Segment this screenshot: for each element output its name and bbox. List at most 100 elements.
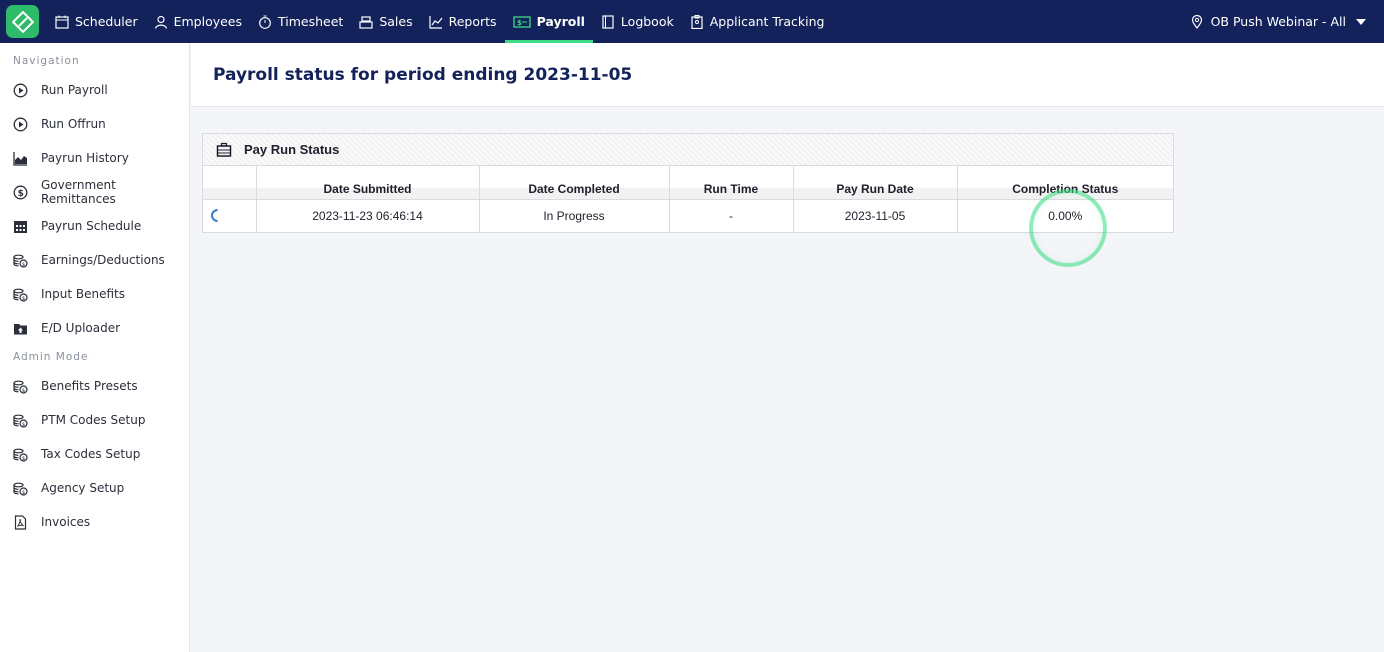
pdf-icon [13, 514, 28, 530]
svg-text:$: $ [22, 421, 26, 427]
main-nav: Scheduler Employees Timesheet Sales Repo… [47, 0, 832, 43]
svg-text:$: $ [22, 387, 26, 393]
map-pin-icon [1190, 14, 1204, 29]
sidebar-item-input-benefits[interactable]: $ Input Benefits [0, 277, 189, 311]
page-header: Payroll status for period ending 2023-11… [191, 43, 1384, 107]
dollar-circle-icon: $ [13, 185, 28, 200]
register-icon [359, 15, 373, 29]
svg-text:$: $ [22, 489, 26, 495]
sidebar-item-label: Run Payroll [41, 83, 108, 97]
main-content: Payroll status for period ending 2023-11… [191, 43, 1384, 652]
cell-date-completed: In Progress [479, 198, 670, 232]
spinner-icon [208, 206, 227, 225]
sidebar-item-agency-setup[interactable]: $ Agency Setup [0, 471, 189, 505]
nav-label: Scheduler [75, 14, 138, 29]
nav-label: Reports [448, 14, 497, 29]
pay-run-status-panel: Pay Run Status Date Submitted Date Compl… [202, 133, 1174, 233]
sidebar-item-government-remittances[interactable]: $ Government Remittances [0, 175, 189, 209]
sidebar-item-run-offrun[interactable]: Run Offrun [0, 107, 189, 141]
play-circle-icon [13, 83, 28, 98]
cell-date-submitted: 2023-11-23 06:46:14 [256, 198, 480, 232]
coins-icon: $ [13, 253, 28, 268]
col-header-status-icon [203, 166, 257, 199]
nav-label: Logbook [620, 14, 674, 29]
location-selector[interactable]: OB Push Webinar - All [1190, 0, 1366, 43]
nav-label: Employees [173, 14, 243, 29]
table-row[interactable]: 2023-11-23 06:46:14 In Progress - 2023-1… [203, 198, 1173, 232]
section-label-navigation: Navigation [13, 55, 80, 67]
nav-timesheet[interactable]: Timesheet [250, 0, 351, 43]
sidebar-item-e-d-uploader[interactable]: E/D Uploader [0, 311, 189, 345]
briefcase-icon [216, 142, 232, 158]
sidebar-item-label: Tax Codes Setup [41, 447, 141, 461]
cell-completion-status: 0.00% [957, 198, 1173, 232]
sidebar-item-benefits-presets[interactable]: $ Benefits Presets [0, 369, 189, 403]
coins-icon: $ [13, 447, 28, 462]
logo-icon [11, 10, 34, 33]
svg-text:$: $ [517, 19, 522, 27]
sidebar-item-label: Payrun Schedule [41, 219, 142, 233]
svg-text:$: $ [22, 295, 26, 301]
sidebar-item-tax-codes-setup[interactable]: $ Tax Codes Setup [0, 437, 189, 471]
col-header-pay-run-date[interactable]: Pay Run Date [793, 166, 958, 199]
sidebar-item-label: Earnings/Deductions [41, 253, 165, 267]
col-header-date-completed[interactable]: Date Completed [479, 166, 670, 199]
sidebar-item-label: Government Remittances [41, 178, 116, 206]
clipboard-icon [690, 14, 704, 29]
sidebar-item-earnings-deductions[interactable]: $ Earnings/Deductions [0, 243, 189, 277]
nav-label: Timesheet [278, 14, 344, 29]
sidebar-item-invoices[interactable]: Invoices [0, 505, 189, 539]
sidebar-item-label: Agency Setup [41, 481, 125, 495]
nav-reports[interactable]: Reports [421, 0, 505, 43]
nav-applicant-tracking[interactable]: Applicant Tracking [682, 0, 833, 43]
coins-icon: $ [13, 287, 28, 302]
calendar-grid-icon [13, 219, 28, 234]
nav-sales[interactable]: Sales [351, 0, 420, 43]
calendar-icon [55, 15, 69, 29]
nav-label: Payroll [536, 14, 585, 29]
book-icon [601, 14, 615, 29]
row-status-cell [203, 198, 257, 232]
area-chart-icon [13, 151, 28, 166]
sidebar-item-label: Input Benefits [41, 287, 126, 301]
sidebar-item-run-payroll[interactable]: Run Payroll [0, 73, 189, 107]
stopwatch-icon [258, 15, 272, 29]
col-header-completion-status[interactable]: Completion Status [957, 166, 1173, 199]
pay-run-table: Date Submitted Date Completed Run Time P… [203, 166, 1173, 232]
sidebar-item-label: Benefits Presets [41, 379, 138, 393]
sidebar-item-payrun-schedule[interactable]: Payrun Schedule [0, 209, 189, 243]
sidebar-item-label: PTM Codes Setup [41, 413, 146, 427]
table-header-row: Date Submitted Date Completed Run Time P… [203, 166, 1173, 199]
col-header-run-time[interactable]: Run Time [669, 166, 794, 199]
sidebar-item-payrun-history[interactable]: Payrun History [0, 141, 189, 175]
nav-label: Sales [379, 14, 413, 29]
chart-icon [429, 15, 443, 29]
app-logo[interactable] [6, 5, 39, 38]
coins-icon: $ [13, 481, 28, 496]
location-label: OB Push Webinar - All [1210, 14, 1346, 29]
page-title: Payroll status for period ending 2023-11… [213, 64, 633, 85]
nav-employees[interactable]: Employees [146, 0, 250, 43]
sidebar: Navigation Run Payroll Run Offrun Payrun H… [0, 43, 190, 652]
svg-text:$: $ [22, 261, 26, 267]
svg-text:$: $ [18, 189, 24, 199]
coins-icon: $ [13, 379, 28, 394]
sidebar-item-label: E/D Uploader [41, 321, 121, 335]
cell-run-time: - [669, 198, 794, 232]
panel-title: Pay Run Status [244, 142, 340, 157]
nav-logbook[interactable]: Logbook [593, 0, 682, 43]
top-navbar: Scheduler Employees Timesheet Sales Repo… [0, 0, 1384, 43]
nav-label: Applicant Tracking [709, 14, 825, 29]
coins-icon: $ [13, 413, 28, 428]
nav-payroll[interactable]: $ Payroll [504, 0, 594, 43]
person-icon [154, 15, 168, 29]
col-header-date-submitted[interactable]: Date Submitted [256, 166, 480, 199]
sidebar-item-ptm-codes-setup[interactable]: $ PTM Codes Setup [0, 403, 189, 437]
section-label-admin: Admin Mode [13, 351, 89, 363]
sidebar-item-label: Payrun History [41, 151, 129, 165]
nav-scheduler[interactable]: Scheduler [47, 0, 146, 43]
payroll-icon: $ [512, 15, 531, 29]
play-circle-icon [13, 117, 28, 132]
sidebar-item-label: Run Offrun [41, 117, 106, 131]
folder-upload-icon [13, 321, 28, 336]
